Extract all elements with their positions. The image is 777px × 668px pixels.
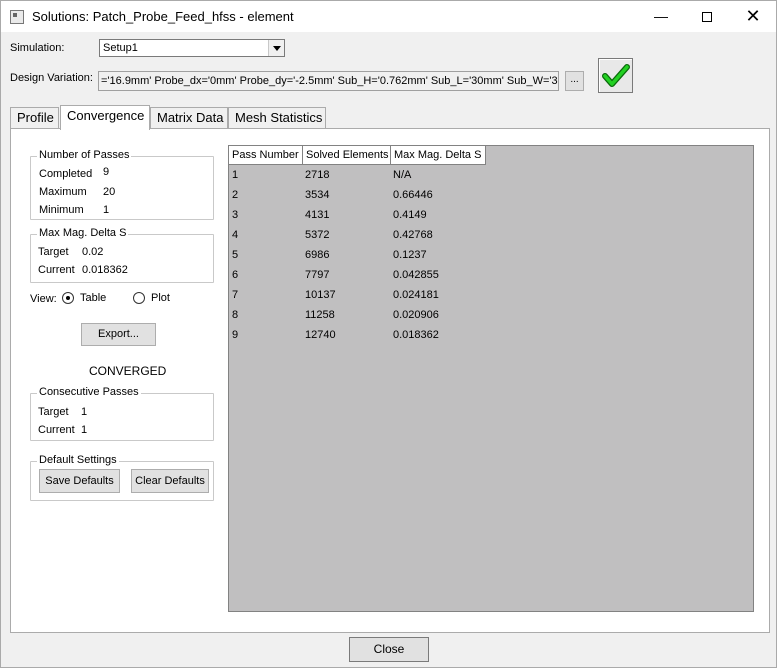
simulation-value: Setup1 — [103, 42, 138, 54]
consecutive-current-value: 1 — [81, 424, 88, 436]
delta-target-label: Target — [38, 246, 69, 258]
save-defaults-button[interactable]: Save Defaults — [39, 469, 120, 493]
table-cell: 0.020906 — [393, 309, 439, 321]
maximize-button[interactable] — [684, 1, 730, 32]
table-cell: 5372 — [305, 229, 330, 241]
simulation-label: Simulation: — [10, 42, 65, 54]
delta-current-value: 0.018362 — [82, 264, 128, 276]
table-row[interactable]: 1 2718 N/A — [229, 166, 529, 186]
minimum-value: 1 — [103, 204, 110, 216]
table-cell: 2718 — [305, 169, 330, 181]
export-button[interactable]: Export... — [81, 323, 156, 346]
table-cell: 7797 — [305, 269, 330, 281]
view-label: View: — [30, 293, 57, 305]
view-plot-label: Plot — [151, 292, 170, 304]
design-variation-label: Design Variation: — [10, 72, 93, 84]
chevron-down-icon[interactable] — [268, 40, 284, 56]
table-cell: 3534 — [305, 189, 330, 201]
maximum-label: Maximum — [39, 186, 87, 198]
design-variation-field[interactable]: ='16.9mm' Probe_dx='0mm' Probe_dy='-2.5m… — [98, 71, 559, 91]
completed-label: Completed — [39, 168, 93, 180]
table-header: Pass Number Solved Elements Max Mag. Del… — [229, 146, 486, 165]
maximize-icon — [702, 12, 712, 23]
max-mag-delta-s-title: Max Mag. Delta S — [37, 227, 129, 239]
table-cell: 9 — [232, 329, 239, 341]
table-row[interactable]: 5 6986 0.1237 — [229, 246, 529, 266]
view-table-radio[interactable] — [62, 292, 74, 304]
table-cell: 6 — [232, 269, 239, 281]
number-of-passes-title: Number of Passes — [37, 149, 132, 161]
convergence-table[interactable]: Pass Number Solved Elements Max Mag. Del… — [228, 145, 754, 612]
app-icon — [10, 10, 24, 24]
table-cell: 3 — [232, 209, 239, 221]
tab-mesh-statistics[interactable]: Mesh Statistics — [228, 107, 326, 129]
table-row[interactable]: 2 3534 0.66446 — [229, 186, 529, 206]
table-cell: 7 — [232, 289, 239, 301]
table-cell: 10137 — [305, 289, 336, 301]
close-button[interactable]: Close — [349, 637, 429, 662]
table-cell: 11258 — [305, 309, 335, 321]
tab-convergence[interactable]: Convergence — [60, 105, 150, 130]
view-plot-radio[interactable] — [133, 292, 145, 304]
tab-profile[interactable]: Profile — [10, 107, 59, 129]
maximum-value: 20 — [103, 186, 116, 198]
table-cell: 4 — [232, 229, 239, 241]
table-row[interactable]: 7 10137 0.024181 — [229, 286, 529, 306]
consecutive-target-value: 1 — [81, 406, 88, 418]
apply-check-button[interactable] — [598, 58, 633, 93]
table-row[interactable]: 4 5372 0.42768 — [229, 226, 529, 246]
default-settings-title: Default Settings — [37, 454, 119, 466]
table-cell: 0.4149 — [393, 209, 427, 221]
table-cell: 0.66446 — [393, 189, 433, 201]
table-row[interactable]: 6 7797 0.042855 — [229, 266, 529, 286]
view-table-label: Table — [80, 292, 107, 304]
table-cell: 0.42768 — [393, 229, 433, 241]
table-cell: N/A — [393, 169, 412, 181]
solutions-window: Solutions: Patch_Probe_Feed_hfss - eleme… — [0, 0, 777, 668]
table-cell: 1 — [232, 169, 239, 181]
consecutive-current-label: Current — [38, 424, 75, 436]
table-cell: 4131 — [305, 209, 330, 221]
table-row[interactable]: 3 4131 0.4149 — [229, 206, 529, 226]
design-variation-browse-button[interactable]: ... — [565, 71, 584, 91]
clear-defaults-button[interactable]: Clear Defaults — [131, 469, 209, 493]
delta-target-value: 0.02 — [82, 246, 104, 258]
minimize-button[interactable]: — — [638, 1, 684, 32]
completed-value: 9 — [103, 166, 110, 178]
table-cell: 0.024181 — [393, 289, 439, 301]
column-header-pass-number[interactable]: Pass Number — [229, 146, 303, 165]
simulation-select[interactable]: Setup1 — [99, 39, 285, 57]
window-title: Solutions: Patch_Probe_Feed_hfss - eleme… — [32, 9, 294, 24]
consecutive-passes-title: Consecutive Passes — [37, 386, 141, 398]
table-cell: 8 — [232, 309, 239, 321]
table-row[interactable]: 9 12740 0.018362 — [229, 326, 529, 346]
checkmark-icon — [602, 64, 630, 87]
minimum-label: Minimum — [39, 204, 84, 216]
column-header-max-mag-delta-s[interactable]: Max Mag. Delta S — [391, 146, 486, 165]
table-cell: 6986 — [305, 249, 330, 261]
convergence-status: CONVERGED — [89, 364, 167, 378]
column-header-solved-elements[interactable]: Solved Elements — [303, 146, 391, 165]
table-cell: 0.042855 — [393, 269, 439, 281]
tab-matrix-data[interactable]: Matrix Data — [150, 107, 228, 129]
title-bar: Solutions: Patch_Probe_Feed_hfss - eleme… — [1, 1, 776, 32]
table-cell: 5 — [232, 249, 239, 261]
table-cell: 0.1237 — [393, 249, 427, 261]
close-window-button[interactable]: ✕ — [730, 1, 776, 32]
table-cell: 0.018362 — [393, 329, 439, 341]
delta-current-label: Current — [38, 264, 75, 276]
table-row[interactable]: 8 11258 0.020906 — [229, 306, 529, 326]
table-cell: 2 — [232, 189, 239, 201]
consecutive-target-label: Target — [38, 406, 69, 418]
table-cell: 12740 — [305, 329, 336, 341]
